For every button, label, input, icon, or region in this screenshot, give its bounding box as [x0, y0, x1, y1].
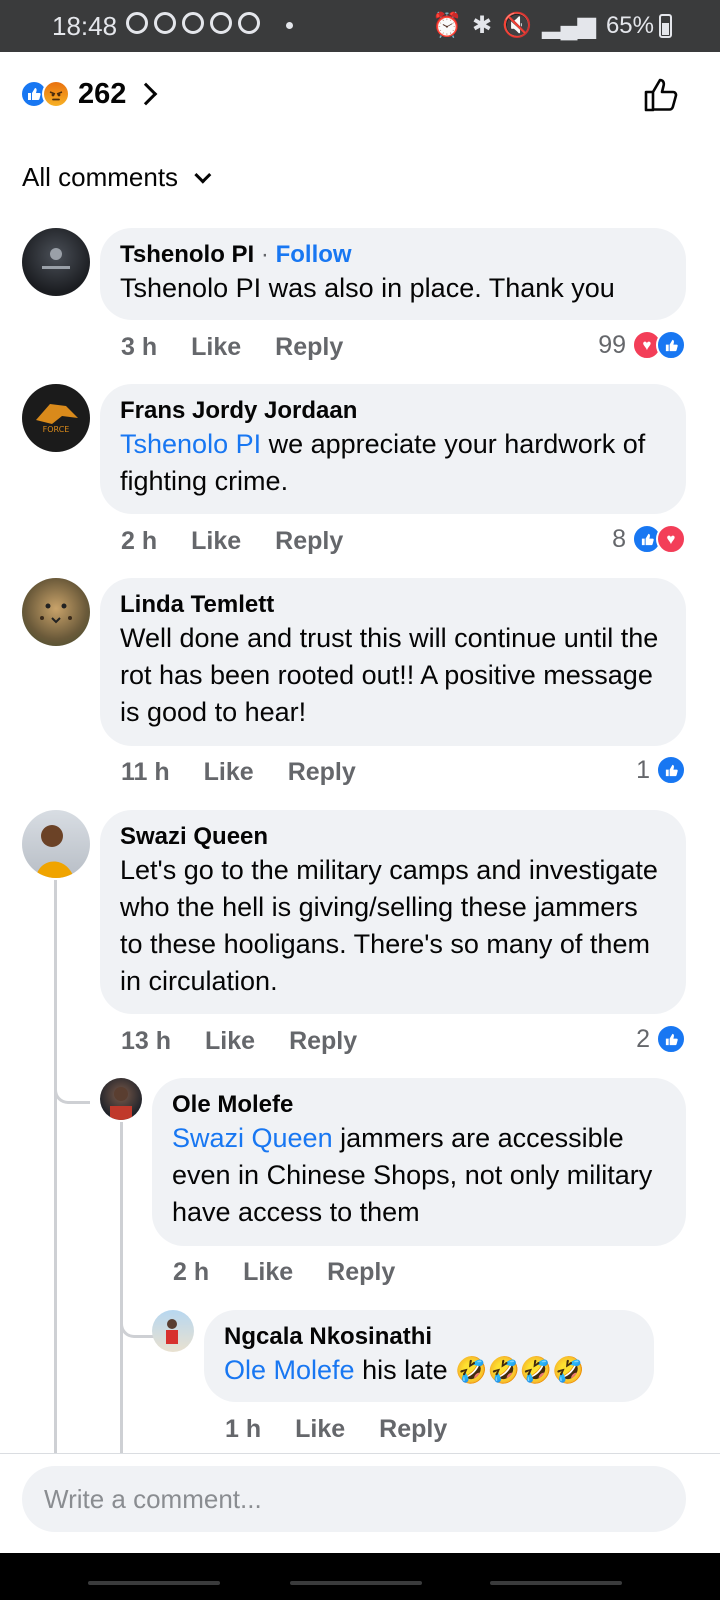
thread-branch [54, 1084, 90, 1104]
comment-filter-dropdown[interactable]: All comments [22, 162, 212, 193]
svg-text:FORCE: FORCE [43, 425, 70, 434]
avatar[interactable] [22, 810, 90, 878]
comment-author[interactable]: Linda Temlett [120, 590, 666, 620]
comment-reactions[interactable]: 1 [636, 755, 686, 785]
notification-icon [182, 12, 204, 34]
comment-time: 3 h [121, 333, 158, 361]
mention-link[interactable]: Ole Molefe [224, 1355, 355, 1385]
like-icon [656, 1024, 686, 1054]
comment-actions: 1 h Like Reply [225, 1415, 447, 1444]
comment-composer-bar: Write a comment... [0, 1453, 720, 1553]
follow-button[interactable]: Follow [276, 241, 352, 268]
comment-author[interactable]: Tshenolo PI [120, 241, 254, 268]
comment-text: his late [354, 1355, 456, 1385]
angry-icon [42, 80, 70, 108]
signal-icon: ▂▄▆ [542, 12, 596, 39]
avatar[interactable] [22, 578, 90, 646]
reply-button[interactable]: Reply [379, 1415, 447, 1444]
nav-home-button[interactable] [290, 1581, 422, 1585]
comment-actions: 13 h Like Reply [121, 1027, 357, 1056]
like-icon [656, 330, 686, 360]
nav-back-button[interactable] [490, 1581, 622, 1585]
comment-reactions[interactable]: 8 ♥ [612, 524, 686, 554]
reaction-count: 2 [636, 1024, 650, 1053]
comment-author[interactable]: Ole Molefe [172, 1090, 666, 1120]
comment-reactions[interactable]: 2 [636, 1024, 686, 1054]
battery-percent: 65% [605, 11, 654, 39]
comment-time: 11 h [121, 758, 170, 786]
system-icons: ⏰ ✱ 🔇 ▂▄▆ 65% [432, 11, 654, 40]
reply-button[interactable]: Reply [327, 1258, 395, 1287]
more-notifications-dot [286, 22, 293, 29]
reply-button[interactable]: Reply [289, 1027, 357, 1056]
thumbs-up-icon [644, 78, 678, 112]
reaction-count: 1 [636, 755, 650, 784]
like-button[interactable]: Like [191, 333, 241, 362]
status-time: 18:48 [52, 11, 118, 41]
reaction-count: 99 [598, 330, 626, 359]
bluetooth-icon: ✱ [472, 12, 493, 39]
notification-icon [238, 12, 260, 34]
notification-icon [154, 12, 176, 34]
separator-dot: · [260, 241, 269, 268]
battery-icon [659, 14, 672, 38]
comment-input[interactable]: Write a comment... [22, 1466, 686, 1532]
mention-link[interactable]: Tshenolo PI [120, 429, 261, 459]
comment-author[interactable]: Ngcala Nkosinathi [224, 1322, 634, 1352]
like-button[interactable]: Like [205, 1027, 255, 1056]
thread-line [54, 880, 57, 1453]
like-button[interactable]: Like [204, 758, 254, 787]
notification-icon [126, 12, 148, 34]
comment-text: Well done and trust this will continue u… [120, 623, 659, 727]
comment-author[interactable]: Frans Jordy Jordaan [120, 396, 666, 426]
reactions-summary[interactable]: 262 [20, 76, 158, 112]
comment-time: 2 h [173, 1258, 210, 1286]
reaction-count: 8 [612, 524, 626, 553]
avatar[interactable] [100, 1078, 142, 1120]
comment-reactions[interactable]: 99 ♥ [598, 330, 686, 360]
comment-bubble: Frans Jordy Jordaan Tshenolo PI we appre… [100, 384, 686, 514]
love-icon: ♥ [656, 524, 686, 554]
comment-bubble: Swazi Queen Let's go to the military cam… [100, 810, 686, 1014]
mute-icon: 🔇 [502, 12, 533, 39]
like-button[interactable]: Like [243, 1258, 293, 1287]
thread-branch [120, 1318, 154, 1338]
reply-button[interactable]: Reply [275, 333, 343, 362]
comment-actions: 2 h Like Reply [121, 527, 343, 556]
mention-link[interactable]: Swazi Queen [172, 1123, 333, 1153]
like-icon [656, 755, 686, 785]
alarm-icon: ⏰ [432, 12, 463, 39]
comment-author[interactable]: Swazi Queen [120, 822, 666, 852]
avatar[interactable] [152, 1310, 194, 1352]
avatar[interactable] [22, 228, 90, 296]
comment-time: 13 h [121, 1027, 172, 1055]
comment-bubble: Linda Temlett Well done and trust this w… [100, 578, 686, 746]
like-button[interactable]: Like [295, 1415, 345, 1444]
thread-line [120, 1122, 123, 1453]
notification-icons [126, 12, 260, 34]
comment-bubble: Tshenolo PI · Follow Tshenolo PI was als… [100, 228, 686, 320]
comment-time: 2 h [121, 527, 158, 555]
filter-label: All comments [22, 162, 179, 192]
notification-icon [210, 12, 232, 34]
comment-actions: 11 h Like Reply [121, 758, 356, 787]
chevron-right-icon [135, 82, 158, 106]
comment-actions: 2 h Like Reply [173, 1258, 395, 1287]
reaction-count: 262 [78, 77, 127, 110]
comment-text: Let's go to the military camps and inves… [120, 855, 658, 996]
like-post-button[interactable] [642, 76, 680, 114]
comment-bubble: Ole Molefe Swazi Queen jammers are acces… [152, 1078, 686, 1246]
like-button[interactable]: Like [191, 527, 241, 556]
status-bar: 18:48 ⏰ ✱ 🔇 ▂▄▆ 65% [0, 0, 720, 52]
nav-recent-button[interactable] [88, 1581, 220, 1585]
comment-actions: 3 h Like Reply [121, 333, 343, 362]
comment-time: 1 h [225, 1415, 262, 1443]
laughing-emoji: 🤣🤣🤣🤣 [455, 1355, 585, 1385]
comment-bubble: Ngcala Nkosinathi Ole Molefe his late 🤣🤣… [204, 1310, 654, 1402]
system-nav-bar [0, 1553, 720, 1600]
avatar[interactable]: FORCE [22, 384, 90, 452]
comment-text: Tshenolo PI was also in place. Thank you [120, 273, 615, 303]
reply-button[interactable]: Reply [275, 527, 343, 556]
reply-button[interactable]: Reply [288, 758, 356, 787]
